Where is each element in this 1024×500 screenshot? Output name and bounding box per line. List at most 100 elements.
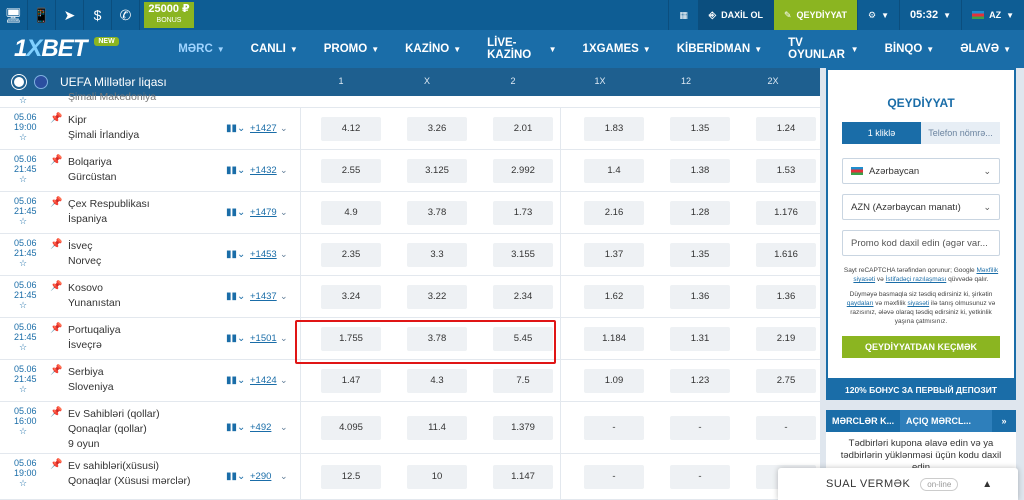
odd-cell[interactable]: -: [670, 465, 730, 489]
rules-link[interactable]: qaydaları: [847, 300, 874, 307]
register-submit-button[interactable]: QEYDİYYATDAN KEÇMƏK: [842, 336, 1000, 358]
dollar-icon[interactable]: $: [84, 0, 112, 30]
table-row[interactable]: 05.06 21:45 ☆ 📌 Serbiya Sloveniya ▮▮⌄ +1424 ⌄ 1.4…: [0, 360, 820, 402]
more-markets-link[interactable]: +1424: [250, 375, 277, 386]
odd-cell[interactable]: 7.5: [493, 369, 553, 393]
odd-cell[interactable]: -: [756, 416, 816, 440]
chevron-down-icon[interactable]: ⌄: [280, 422, 288, 433]
odd-cell[interactable]: 4.095: [321, 416, 381, 440]
odd-cell[interactable]: 3.125: [407, 159, 467, 183]
odd-cell[interactable]: 2.55: [321, 159, 381, 183]
more-markets-link[interactable]: +1501: [250, 333, 277, 344]
chevron-down-icon[interactable]: ⌄: [280, 291, 288, 302]
chevron-down-icon[interactable]: ⌄: [280, 123, 288, 134]
match-teams[interactable]: Portuqaliya İsveçrə: [68, 323, 121, 353]
nav-item-1xgames[interactable]: 1XGAMES ▼: [570, 30, 664, 68]
tab-phone[interactable]: Telefon nömrə...: [921, 122, 1000, 144]
nav-item-bingo[interactable]: BİNQO ▼: [872, 30, 948, 68]
odd-cell[interactable]: 1.4: [584, 159, 644, 183]
table-row[interactable]: 05.06 19:00 ☆ 📌 Kipr Şimali İrlandiya ▮▮⌄ +1427…: [0, 108, 820, 150]
odd-cell[interactable]: 1.755: [321, 327, 381, 351]
match-teams[interactable]: Bolqariya Gürcüstan: [68, 155, 116, 185]
nav-item-bets[interactable]: MƏRC ▼: [165, 30, 237, 68]
odd-cell[interactable]: 4.12: [321, 117, 381, 141]
register-button[interactable]: ✎ QEYDİYYAT: [772, 0, 858, 30]
login-button[interactable]: ⎆ DAXİL OL: [697, 0, 773, 30]
nav-item-live-casino[interactable]: LİVE-KAZİNO ▼: [474, 30, 569, 68]
odd-cell[interactable]: 10: [407, 465, 467, 489]
odd-cell[interactable]: 12.5: [321, 465, 381, 489]
table-row[interactable]: 05.06 16:00 ☆ 📌 Ev Sahibləri (qollar) Qonaqla…: [0, 402, 820, 454]
odd-cell[interactable]: 4.9: [321, 201, 381, 225]
support-chat-widget[interactable]: SUAL VERMƏK on-line ▲: [778, 468, 1018, 500]
star-icon[interactable]: ☆: [19, 426, 27, 437]
match-teams[interactable]: Kipr Şimali İrlandiya: [68, 113, 139, 143]
nav-item-casino[interactable]: KAZİNO ▼: [392, 30, 474, 68]
odd-cell[interactable]: 3.22: [407, 285, 467, 309]
odd-cell[interactable]: 3.78: [407, 201, 467, 225]
odd-cell[interactable]: 1.379: [493, 416, 553, 440]
odd-cell[interactable]: 1.147: [493, 465, 553, 489]
pin-icon[interactable]: 📌: [50, 155, 62, 166]
odd-cell[interactable]: -: [584, 465, 644, 489]
more-markets-link[interactable]: +290: [250, 471, 271, 482]
odd-cell[interactable]: -: [584, 416, 644, 440]
odd-cell[interactable]: 1.35: [670, 117, 730, 141]
odd-cell[interactable]: 3.3: [407, 243, 467, 267]
odd-cell[interactable]: 2.19: [756, 327, 816, 351]
telegram-icon[interactable]: ➤: [56, 0, 84, 30]
pin-icon[interactable]: 📌: [50, 113, 62, 124]
settings-button[interactable]: ⚙ ▼: [857, 0, 899, 30]
stats-icon[interactable]: ▮▮⌄: [226, 422, 245, 433]
chevron-down-icon[interactable]: ⌄: [280, 471, 288, 482]
odd-cell[interactable]: 1.616: [756, 243, 816, 267]
table-row[interactable]: 05.06 21:45 ☆ 📌 Bolqariya Gürcüstan ▮▮⌄ +1432 ⌄ 2…: [0, 150, 820, 192]
odd-cell[interactable]: 2.16: [584, 201, 644, 225]
tab-open-bets[interactable]: AÇIQ MƏRCL...: [900, 410, 992, 432]
odd-cell[interactable]: 3.155: [493, 243, 553, 267]
chevron-down-icon[interactable]: ⌄: [280, 375, 288, 386]
odd-cell[interactable]: 1.37: [584, 243, 644, 267]
more-markets-link[interactable]: +1427: [250, 123, 277, 134]
stats-icon[interactable]: ▮▮⌄: [226, 333, 245, 344]
more-markets-link[interactable]: +1432: [250, 165, 277, 176]
odd-cell[interactable]: 3.78: [407, 327, 467, 351]
match-teams[interactable]: Çex Respublikası İspaniya: [68, 197, 150, 227]
stats-icon[interactable]: ▮▮⌄: [226, 165, 245, 176]
odd-cell[interactable]: 1.35: [670, 243, 730, 267]
desktop-icon[interactable]: 🖥: [0, 0, 28, 30]
star-icon[interactable]: ☆: [19, 216, 27, 227]
chevron-down-icon[interactable]: ⌄: [280, 249, 288, 260]
promo-code-input[interactable]: Promo kod daxil edin (əgər var...: [842, 230, 1000, 256]
odd-cell[interactable]: 1.47: [321, 369, 381, 393]
stats-icon[interactable]: ▮▮⌄: [226, 291, 245, 302]
nav-item-live[interactable]: CANLI ▼: [238, 30, 311, 68]
stats-icon[interactable]: ▮▮⌄: [226, 375, 245, 386]
nav-item-more[interactable]: ƏLAVƏ ▼: [947, 30, 1024, 68]
match-teams[interactable]: Ev Sahibləri (qollar) Qonaqlar (qollar) 9 …: [68, 407, 160, 452]
odd-cell[interactable]: 11.4: [407, 416, 467, 440]
stats-icon[interactable]: ▮▮⌄: [226, 207, 245, 218]
chevron-down-icon[interactable]: ⌄: [280, 333, 288, 344]
pin-icon[interactable]: 📌: [50, 407, 62, 418]
nav-item-tv-games[interactable]: TV OYUNLAR ▼: [775, 30, 871, 68]
qr-code-button[interactable]: ▦: [668, 0, 698, 30]
pin-icon[interactable]: 📌: [50, 281, 62, 292]
odd-cell[interactable]: -: [670, 416, 730, 440]
odd-cell[interactable]: 1.73: [493, 201, 553, 225]
star-icon[interactable]: ☆: [19, 132, 27, 143]
policy-link[interactable]: siyasəti: [907, 300, 929, 307]
odd-cell[interactable]: 1.31: [670, 327, 730, 351]
star-icon[interactable]: ☆: [19, 300, 27, 311]
odd-cell[interactable]: 1.176: [756, 201, 816, 225]
odd-cell[interactable]: 1.23: [670, 369, 730, 393]
phone-icon[interactable]: ✆: [112, 0, 140, 30]
nav-item-esports[interactable]: KİBERİDMAN ▼: [664, 30, 775, 68]
more-markets-link[interactable]: +1479: [250, 207, 277, 218]
pin-icon[interactable]: 📌: [50, 239, 62, 250]
star-icon[interactable]: ☆: [19, 342, 27, 353]
odd-cell[interactable]: 5.45: [493, 327, 553, 351]
odd-cell[interactable]: 2.992: [493, 159, 553, 183]
odd-cell[interactable]: 1.28: [670, 201, 730, 225]
odd-cell[interactable]: 1.62: [584, 285, 644, 309]
